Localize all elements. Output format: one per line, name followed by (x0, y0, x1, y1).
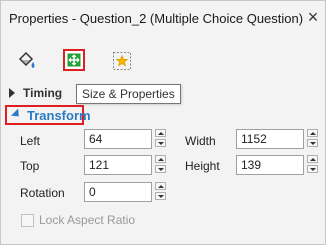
top-input[interactable] (84, 155, 152, 175)
transform-section-header[interactable]: Transform (5, 105, 91, 125)
window-title: Properties - Question_2 (Multiple Choice… (9, 11, 304, 26)
height-stepper (236, 155, 318, 175)
left-label: Left (20, 134, 41, 148)
top-stepper (84, 155, 166, 175)
height-input[interactable] (236, 155, 304, 175)
size-properties-button[interactable] (63, 49, 85, 71)
left-decrement-button[interactable] (155, 139, 166, 147)
size-properties-tooltip: Size & Properties (76, 84, 181, 104)
properties-panel: Properties - Question_2 (Multiple Choice… (0, 0, 326, 245)
height-label: Height (185, 159, 220, 173)
title-bar: Properties - Question_2 (Multiple Choice… (1, 1, 325, 35)
width-label: Width (185, 134, 216, 148)
star-effects-icon[interactable] (109, 48, 135, 74)
timing-section-header[interactable]: Timing (9, 85, 62, 101)
rotation-decrement-button[interactable] (155, 192, 166, 200)
rotation-input[interactable] (84, 182, 152, 202)
left-stepper (84, 129, 166, 149)
rotation-label: Rotation (20, 186, 65, 200)
left-increment-button[interactable] (155, 129, 166, 137)
paint-bucket-icon[interactable] (14, 48, 40, 74)
top-label: Top (20, 159, 40, 173)
width-input[interactable] (236, 129, 304, 149)
rotation-stepper (84, 182, 166, 202)
top-decrement-button[interactable] (155, 165, 166, 173)
transform-label: Transform (27, 107, 91, 123)
width-increment-button[interactable] (307, 129, 318, 137)
height-increment-button[interactable] (307, 155, 318, 163)
property-toolbar (1, 41, 325, 83)
chevron-down-icon (11, 108, 23, 120)
lock-aspect-ratio-row: Lock Aspect Ratio (21, 213, 135, 227)
chevron-right-icon (9, 88, 15, 98)
left-input[interactable] (84, 129, 152, 149)
top-increment-button[interactable] (155, 155, 166, 163)
height-decrement-button[interactable] (307, 165, 318, 173)
lock-aspect-ratio-checkbox[interactable] (21, 213, 34, 227)
lock-aspect-ratio-label: Lock Aspect Ratio (39, 213, 136, 227)
size-properties-icon (67, 53, 81, 67)
rotation-increment-button[interactable] (155, 182, 166, 190)
width-stepper (236, 129, 318, 149)
width-decrement-button[interactable] (307, 139, 318, 147)
close-icon[interactable]: × (305, 8, 321, 26)
timing-label: Timing (23, 86, 63, 100)
